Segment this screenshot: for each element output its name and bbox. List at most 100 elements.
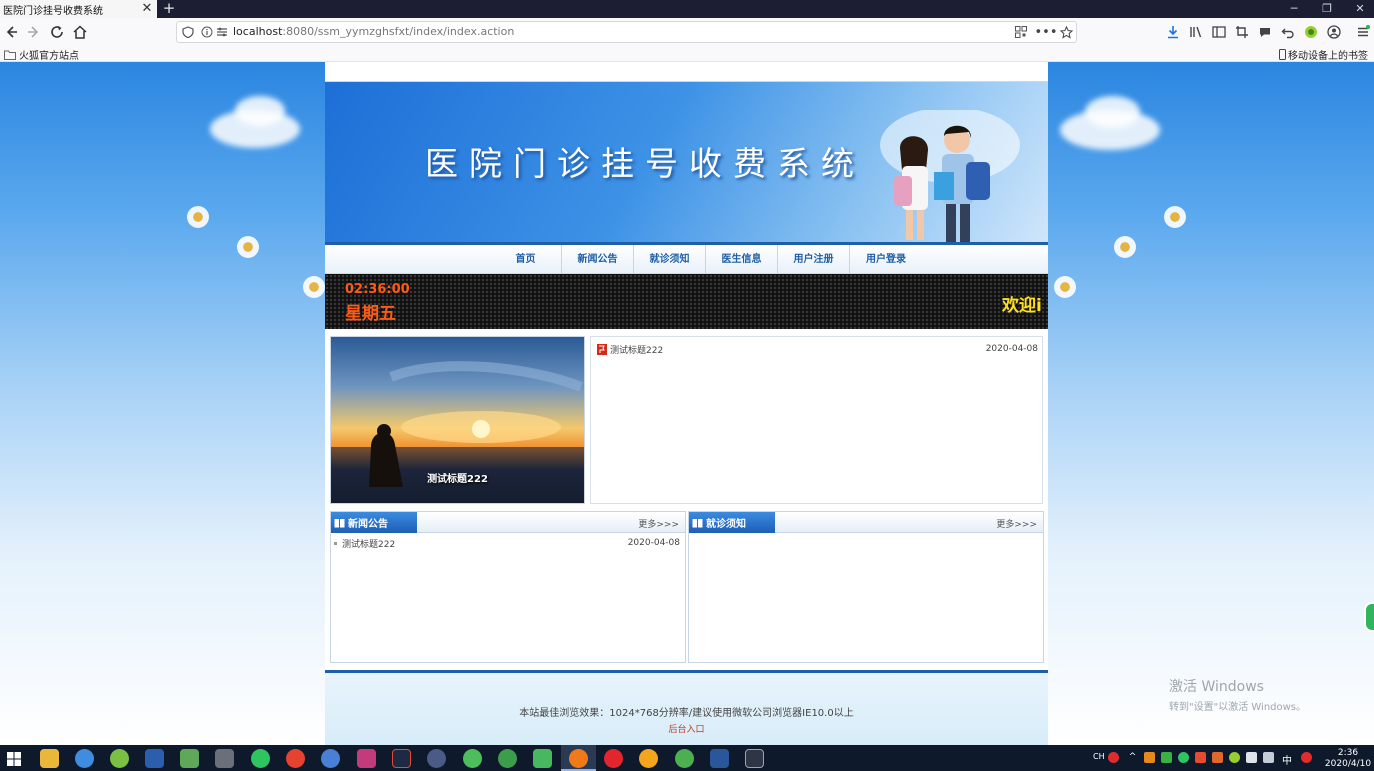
slideshow-image[interactable]: 测试标题222 <box>330 336 585 504</box>
sidebar-icon[interactable] <box>1210 23 1228 41</box>
permissions-icon[interactable] <box>214 24 230 40</box>
tray-green-icon[interactable] <box>1229 752 1240 763</box>
news-more-link[interactable]: 更多>>> <box>638 517 679 530</box>
book-icon <box>334 518 345 528</box>
app-tool-icon[interactable] <box>180 749 199 768</box>
minimize-icon[interactable]: ─ <box>1284 0 1304 18</box>
firefox-icon[interactable] <box>569 749 588 768</box>
chrome-alt-icon[interactable] <box>639 749 658 768</box>
tray-clock[interactable]: 2:36 2020/4/10 <box>1322 748 1374 770</box>
news-item-title[interactable]: 测试标题222 <box>342 537 395 550</box>
reload-icon[interactable] <box>47 22 67 42</box>
restore-icon[interactable]: ❐ <box>1317 0 1337 18</box>
menu-doctors[interactable]: 医生信息 <box>706 245 778 274</box>
headline-title[interactable]: 测试标题222 <box>610 343 663 356</box>
more-actions-icon[interactable]: ••• <box>1035 24 1058 40</box>
tray-e-icon[interactable] <box>1161 752 1172 763</box>
floating-side-button[interactable] <box>1364 602 1374 632</box>
app-green-icon[interactable] <box>110 749 129 768</box>
shield-icon[interactable] <box>180 24 196 40</box>
home-icon[interactable] <box>70 22 90 42</box>
mobile-device-icon <box>1279 49 1286 60</box>
window-close-icon[interactable]: ✕ <box>1350 0 1370 18</box>
ime-mode[interactable]: CH <box>1093 752 1105 761</box>
clock-date: 2020/4/10 <box>1324 759 1372 769</box>
app-disc-icon[interactable] <box>427 749 446 768</box>
forward-icon[interactable] <box>24 22 44 42</box>
page-viewport: 医院门诊挂号收费系统 首页 新闻公告 就诊须知 医生信息 用户注册 用户登录 0… <box>0 62 1374 745</box>
address-bar[interactable]: localhost:8080/ssm_yymzghsfxt/index/inde… <box>176 21 1077 43</box>
panel-tab: 新闻公告 <box>331 512 417 533</box>
tray-app-icon[interactable] <box>1144 752 1155 763</box>
app-sphere-icon[interactable] <box>498 749 517 768</box>
extension-green-icon[interactable] <box>1302 23 1320 41</box>
chat-icon[interactable] <box>1256 23 1274 41</box>
app-text-icon[interactable] <box>745 749 764 768</box>
slide-caption: 测试标题222 <box>427 474 488 485</box>
app-settings-icon[interactable] <box>215 749 234 768</box>
sogou-icon[interactable] <box>1108 752 1119 763</box>
app-red-icon[interactable] <box>392 749 411 768</box>
bookmark-firefox-site[interactable]: 火狐官方站点 <box>4 47 79 62</box>
tab-active[interactable]: 医院门诊挂号收费系统 ✕ <box>0 0 157 18</box>
download-icon[interactable] <box>1164 23 1182 41</box>
app-editor-icon[interactable] <box>357 749 376 768</box>
navigation-toolbar: localhost:8080/ssm_yymzghsfxt/index/inde… <box>0 18 1374 45</box>
browser-blue-icon[interactable] <box>75 749 94 768</box>
panel-title: 新闻公告 <box>348 519 388 530</box>
flower-decoration <box>1114 236 1136 258</box>
wechat-icon[interactable] <box>251 749 270 768</box>
guide-more-link[interactable]: 更多>>> <box>996 517 1037 530</box>
taskbar: CH ^ 中 2:36 2020/4/10 <box>0 745 1374 771</box>
ticker-message: 欢迎i <box>1002 296 1042 316</box>
flower-decoration <box>187 206 209 228</box>
new-tab-icon[interactable]: + <box>162 0 176 18</box>
footer-text: 本站最佳浏览效果：1024*768分辨率/建议使用微软公司浏览器IE10.0以上 <box>519 708 854 719</box>
library-icon[interactable] <box>1187 23 1205 41</box>
info-icon[interactable] <box>199 24 215 40</box>
tray-sogou-icon[interactable] <box>1301 752 1312 763</box>
ime-language[interactable]: 中 <box>1282 752 1292 767</box>
list-item[interactable]: 测试标题222 2020-04-08 <box>334 536 680 550</box>
app-cursor-icon[interactable] <box>533 749 552 768</box>
tray-red-icon[interactable] <box>1195 752 1206 763</box>
tab-title: 医院门诊挂号收费系统 <box>3 5 103 17</box>
tray-expand-icon[interactable]: ^ <box>1127 752 1138 763</box>
windows-start-icon[interactable] <box>4 749 23 768</box>
screenshot-icon[interactable] <box>1233 23 1251 41</box>
banner-title: 医院门诊挂号收费系统 <box>425 144 865 183</box>
app-leaf-icon[interactable] <box>463 749 482 768</box>
tray-orange-icon[interactable] <box>1212 752 1223 763</box>
menu-hamburger-icon[interactable] <box>1354 23 1372 41</box>
undo-icon[interactable] <box>1279 23 1297 41</box>
word-icon[interactable] <box>710 749 729 768</box>
file-explorer-icon[interactable] <box>40 749 59 768</box>
menu-news[interactable]: 新闻公告 <box>562 245 634 274</box>
qr-code-icon[interactable] <box>1013 24 1029 40</box>
news-panel: 新闻公告 更多>>> 测试标题222 2020-04-08 <box>330 511 686 663</box>
opera-icon[interactable] <box>604 749 623 768</box>
menu-guide[interactable]: 就诊须知 <box>634 245 706 274</box>
menu-home[interactable]: 首页 <box>490 245 562 274</box>
menu-login[interactable]: 用户登录 <box>850 245 922 274</box>
bookmarks-toolbar: 火狐官方站点 移动设备上的书签 <box>0 45 1374 62</box>
book-icon <box>692 518 703 528</box>
bookmark-mobile[interactable]: 移动设备上的书签 <box>1279 47 1368 62</box>
app-s-icon[interactable] <box>145 749 164 768</box>
network-icon[interactable] <box>1246 752 1257 763</box>
bookmark-star-icon[interactable] <box>1058 24 1074 40</box>
url-host: localhost <box>233 25 283 38</box>
tab-close-icon[interactable]: ✕ <box>140 1 154 17</box>
chrome-icon[interactable] <box>286 749 305 768</box>
account-icon[interactable] <box>1325 23 1343 41</box>
admin-entry-link[interactable]: 后台入口 <box>325 722 1048 735</box>
app-e-icon[interactable] <box>675 749 694 768</box>
tray-wechat-icon[interactable] <box>1178 752 1189 763</box>
browser-circle-icon[interactable] <box>321 749 340 768</box>
list-item[interactable]: 测试标题222 2020-04-08 <box>597 342 1038 356</box>
menu-register[interactable]: 用户注册 <box>778 245 850 274</box>
panel-header: 就诊须知 更多>>> <box>689 512 1043 533</box>
back-icon[interactable] <box>1 22 21 42</box>
volume-icon[interactable] <box>1263 752 1274 763</box>
folder-icon <box>4 50 16 60</box>
